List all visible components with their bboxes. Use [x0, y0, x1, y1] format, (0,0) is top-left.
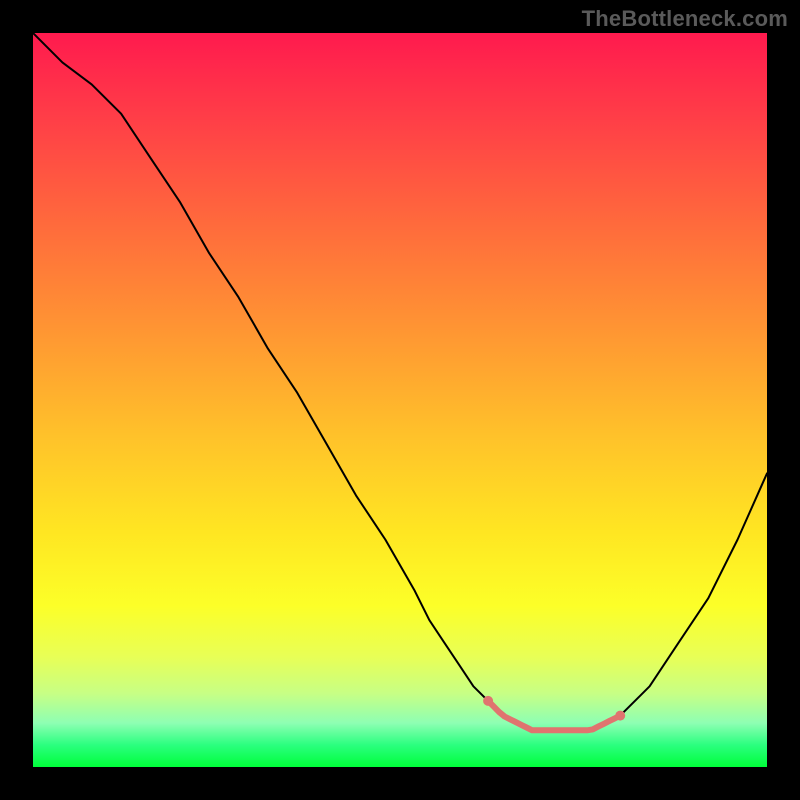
optimal-zone-start-dot [483, 696, 493, 706]
bottleneck-curve [33, 33, 767, 730]
curve-layer [33, 33, 767, 767]
watermark-text: TheBottleneck.com [582, 6, 788, 32]
optimal-zone-end-dot [615, 711, 625, 721]
plot-area [33, 33, 767, 767]
chart-stage: TheBottleneck.com [0, 0, 800, 800]
optimal-zone-marker [488, 701, 620, 730]
